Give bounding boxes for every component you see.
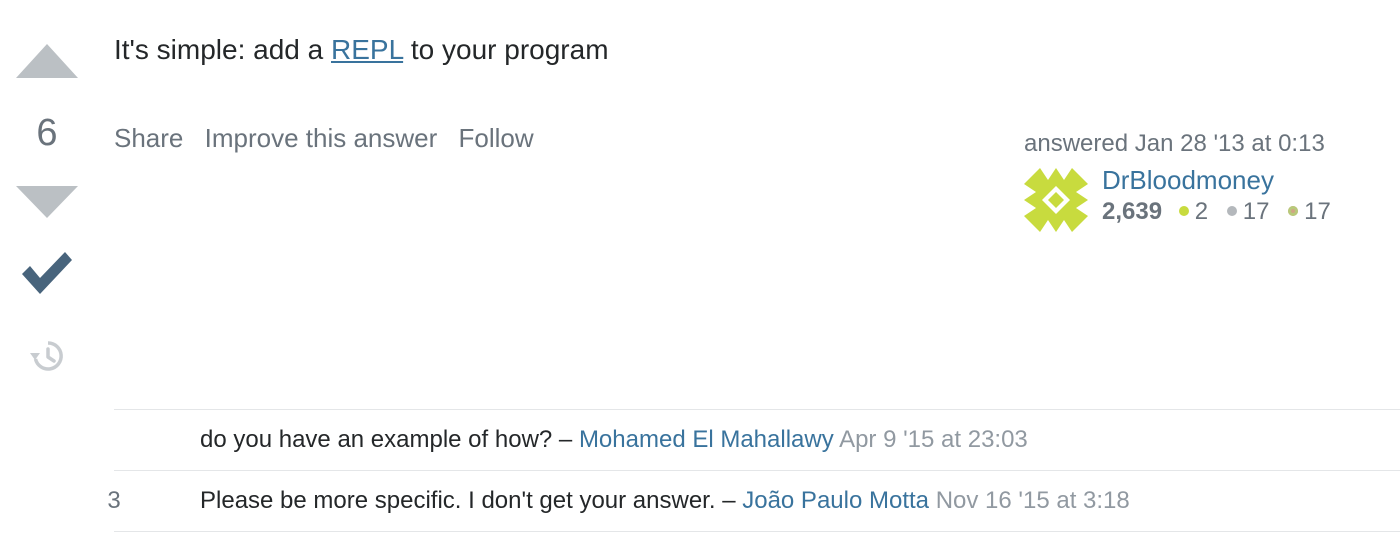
- user-details: DrBloodmoney 2,639 2 17 17: [1102, 164, 1343, 228]
- comment-body: Please be more specific. I don't get you…: [200, 485, 1130, 517]
- silver-badge-count: 17: [1242, 198, 1270, 225]
- accepted-answer-checkmark: [20, 248, 74, 298]
- user-card: answered Jan 28 '13 at 0:13 DrBloodmoney…: [1024, 128, 1364, 232]
- silver-badge-icon: [1226, 205, 1237, 216]
- gold-badge-icon: [1178, 205, 1189, 216]
- vote-count: 6: [36, 112, 58, 154]
- comment-body: do you have an example of how? – Mohamed…: [200, 424, 1028, 456]
- reputation-score: 2,639: [1102, 198, 1163, 225]
- comment-separator: –: [552, 426, 579, 453]
- downvote-button[interactable]: [14, 184, 80, 220]
- answer-text-before: It's simple: add a: [114, 34, 331, 65]
- comment-user-link[interactable]: João Paulo Motta: [742, 487, 929, 514]
- answered-time: answered Jan 28 '13 at 0:13: [1024, 130, 1325, 157]
- comment-score: 3: [107, 487, 121, 514]
- comment-item: 3 Please be more specific. I don't get y…: [107, 471, 1400, 532]
- bronze-badge-count: 17: [1304, 198, 1331, 225]
- answer-text-after: to your program: [403, 34, 609, 65]
- answer-body: It's simple: add a REPL to your program: [114, 30, 609, 70]
- comment-text: Please be more specific. I don't get you…: [200, 487, 716, 514]
- comment-item: do you have an example of how? – Mohamed…: [114, 410, 1400, 471]
- repl-link[interactable]: REPL: [331, 34, 403, 65]
- user-stats: 2,639 2 17 17: [1102, 196, 1343, 228]
- identicon-avatar: [1024, 168, 1088, 232]
- comment-text: do you have an example of how?: [200, 426, 553, 453]
- arrow-down-icon: [16, 186, 78, 218]
- gold-badges: 2: [1178, 198, 1209, 225]
- comment-date[interactable]: Nov 16 '15 at 3:18: [936, 487, 1130, 514]
- bronze-badge-icon: [1288, 205, 1299, 216]
- revision-history-button[interactable]: [29, 338, 65, 374]
- improve-answer-link[interactable]: Improve this answer: [205, 123, 438, 153]
- user-avatar[interactable]: [1024, 168, 1088, 232]
- bronze-badges: 17: [1288, 198, 1331, 225]
- comments-list: do you have an example of how? – Mohamed…: [107, 409, 1400, 532]
- follow-link[interactable]: Follow: [459, 123, 534, 153]
- user-name-link[interactable]: DrBloodmoney: [1102, 165, 1274, 195]
- history-icon: [30, 341, 63, 371]
- share-link[interactable]: Share: [114, 123, 183, 153]
- gold-badge-count: 2: [1194, 198, 1209, 225]
- silver-badges: 17: [1226, 198, 1270, 225]
- comment-separator: –: [715, 487, 743, 514]
- comment-user-link[interactable]: Mohamed El Mahallawy: [579, 426, 834, 453]
- arrow-up-icon: [16, 44, 78, 78]
- upvote-button[interactable]: [14, 44, 80, 80]
- post-menu: Share Improve this answer Follow: [114, 120, 548, 156]
- comment-date[interactable]: Apr 9 '15 at 23:03: [839, 426, 1028, 453]
- checkmark-icon: [22, 252, 72, 294]
